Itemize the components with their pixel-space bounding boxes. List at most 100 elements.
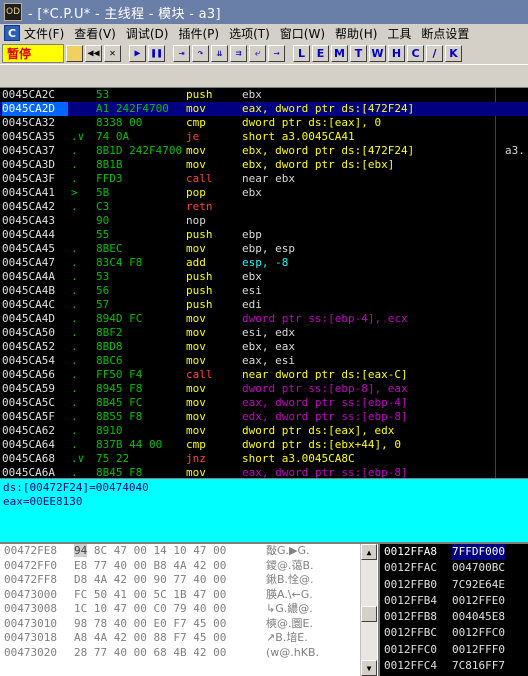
dump-hex: FC 50 41 00 5C 1B 47 00 <box>74 588 226 603</box>
toolbar-letter-w[interactable]: W <box>369 44 386 62</box>
disasm-row[interactable]: 0045CA45. 8BEC mov ebp, esp <box>0 242 528 256</box>
toolbar-letter-h[interactable]: H <box>388 44 405 62</box>
toolbar-letter-slash[interactable]: / <box>426 44 443 62</box>
menu-help[interactable]: 帮助(H) <box>335 25 377 42</box>
disasm-row[interactable]: 0045CA32 8338 00 cmp dword ptr ds:[eax], 0 <box>0 116 528 130</box>
goto-icon[interactable]: → <box>268 44 285 62</box>
toolbar-letter-e[interactable]: E <box>312 44 329 62</box>
instruction-mnemonic: mov <box>186 424 206 437</box>
app-icon[interactable]: OD <box>4 3 22 21</box>
disassembly-pane[interactable]: 0045CA2C 53 push ebx 0045CA2D A1 242F4700 mov e… <box>0 88 528 478</box>
scroll-thumb[interactable] <box>361 606 377 622</box>
info-pane[interactable]: ds:[00472F24]=00474040 eax=00EE8130 <box>0 478 528 542</box>
menu-view[interactable]: 查看(V) <box>74 25 116 42</box>
stack-row[interactable]: 0012FFB8 004045E8 <box>380 609 528 625</box>
disasm-row[interactable]: 0045CA54. 8BC6 mov eax, esi <box>0 354 528 368</box>
toolbar-letter-k[interactable]: K <box>445 44 462 62</box>
instruction-bytes: 8B45 FC <box>96 396 143 409</box>
open-icon[interactable] <box>66 44 83 62</box>
disasm-row[interactable]: 0045CA4B. 56 push esi <box>0 284 528 298</box>
instruction-bytes: 8B45 F8 <box>96 466 143 478</box>
disasm-row[interactable]: 0045CA50. 8BF2 mov esi, edx <box>0 326 528 340</box>
dump-hex: 94 8C 47 00 14 10 47 00 <box>74 544 226 559</box>
dump-row[interactable]: 00473010 98 78 40 00 E0 F7 45 00 樉@.圜E. <box>0 617 378 632</box>
stack-row[interactable]: 0012FFB0 7C92E64E <box>380 577 528 593</box>
dump-row[interactable]: 00472FF0 E8 77 40 00 B8 4A 42 00 鑁@.蔼B. <box>0 559 378 574</box>
title-bar[interactable]: OD - [*C.P.U* - 主线程 - 模块 - a3] <box>0 0 528 24</box>
cpu-window-icon[interactable]: C <box>4 25 20 41</box>
disasm-row[interactable]: 0045CA3F. FFD3 call near ebx <box>0 172 528 186</box>
stack-row[interactable]: 0012FFC0 0012FFF0 <box>380 642 528 658</box>
stack-value: 7C92E64E <box>452 577 505 591</box>
jump-marker: . <box>71 438 78 451</box>
dump-row[interactable]: 00473020 28 77 40 00 68 4B 42 00 (w@.hKB. <box>0 646 378 661</box>
close-icon[interactable]: ✕ <box>104 44 121 62</box>
disasm-row[interactable]: 0045CA44 55 push ebp <box>0 228 528 242</box>
step-over-icon[interactable]: ↷ <box>192 44 209 62</box>
stack-address: 0012FFC4 <box>384 659 437 673</box>
disasm-row[interactable]: 0045CA4A. 53 push ebx <box>0 270 528 284</box>
disasm-row[interactable]: 0045CA3D. 8B1B mov ebx, dword ptr ds:[ebx] <box>0 158 528 172</box>
memory-dump-pane[interactable]: 00472FE8 94 8C 47 00 14 10 47 00 敽G.▶G. 004… <box>0 542 378 676</box>
menu-window[interactable]: 窗口(W) <box>280 25 325 42</box>
toolbar-letter-c[interactable]: C <box>407 44 424 62</box>
disasm-row[interactable]: 0045CA5F. 8B55 F8 mov edx, dword ptr ss:[eb… <box>0 410 528 424</box>
dump-row[interactable]: 00472FF8 D8 4A 42 00 90 77 40 00 鍬B.恮@. <box>0 573 378 588</box>
restart-icon[interactable]: ◀◀ <box>85 44 102 62</box>
toolbar-letter-l[interactable]: L <box>293 44 310 62</box>
disasm-row[interactable]: 0045CA6A. 8B45 F8 mov eax, dword ptr ss:[eb… <box>0 466 528 478</box>
toolbar-letter-t[interactable]: T <box>350 44 367 62</box>
stack-row[interactable]: 0012FFAC 004700BC <box>380 560 528 576</box>
instruction-bytes: 55 <box>96 228 110 241</box>
stack-row[interactable]: 0012FFB4 0012FFE0 <box>380 593 528 609</box>
toolbar-letter-m[interactable]: M <box>331 44 348 62</box>
disasm-row[interactable]: 0045CA4C. 57 push edi <box>0 298 528 312</box>
disasm-row[interactable]: 0045CA52. 8BD8 mov ebx, eax <box>0 340 528 354</box>
instruction-bytes: 90 <box>96 214 110 227</box>
instruction-mnemonic: mov <box>186 326 206 339</box>
menu-plugins[interactable]: 插件(P) <box>178 25 219 42</box>
disasm-row[interactable]: 0045CA35 .∨ 74 0A je short a3.0045CA41 <box>0 130 528 144</box>
dump-row[interactable]: 00472FE8 94 8C 47 00 14 10 47 00 敽G.▶G. <box>0 544 378 559</box>
scroll-down-icon[interactable]: ▼ <box>361 660 377 676</box>
pause-icon[interactable]: ❚❚ <box>148 44 165 62</box>
disasm-row[interactable]: 0045CA56. FF50 F4 call near dword ptr ds:[e… <box>0 368 528 382</box>
instruction-mnemonic: cmp <box>186 438 206 451</box>
dump-row[interactable]: 00473008 1C 10 47 00 C0 79 40 00 ↳G.繷@. <box>0 602 378 617</box>
disasm-row[interactable]: 0045CA2D A1 242F4700 mov eax, dword ptr ds:… <box>0 102 528 116</box>
disasm-row[interactable]: 0045CA59. 8945 F8 mov dword ptr ss:[ebp-8],… <box>0 382 528 396</box>
trace-over-icon[interactable]: ⇉ <box>230 44 247 62</box>
dump-row[interactable]: 00473018 A8 4A 42 00 88 F7 45 00 ↗B.堷E. <box>0 631 378 646</box>
disasm-row[interactable]: 0045CA43 90 nop <box>0 214 528 228</box>
step-into-icon[interactable]: ⇥ <box>173 44 190 62</box>
disasm-row[interactable]: 0045CA37. 8B1D 242F4700 mov ebx, dword ptr … <box>0 144 528 158</box>
menu-file[interactable]: 文件(F) <box>24 25 64 42</box>
disasm-row[interactable]: 0045CA5C. 8B45 FC mov eax, dword ptr ss:[eb… <box>0 396 528 410</box>
stack-row[interactable]: 0012FFC4 7C816FF7 <box>380 658 528 674</box>
trace-into-icon[interactable]: ⇊ <box>211 44 228 62</box>
menu-debug[interactable]: 调试(D) <box>126 25 169 42</box>
disasm-row[interactable]: 0045CA47. 83C4 F8 add esp, -8 <box>0 256 528 270</box>
instruction-operands: near dword ptr ds:[eax-C] <box>242 368 408 381</box>
run-icon[interactable]: ▶ <box>129 44 146 62</box>
disasm-row[interactable]: 0045CA68 .∨ 75 22 jnz short a3.0045CA8C <box>0 452 528 466</box>
disasm-row[interactable]: 0045CA42. C3 retn <box>0 200 528 214</box>
disasm-row[interactable]: 0045CA2C 53 push ebx <box>0 88 528 102</box>
instruction-mnemonic: nop <box>186 214 206 227</box>
disasm-row[interactable]: 0045CA64. 837B 44 00 cmp dword ptr ds:[ebx+… <box>0 438 528 452</box>
instruction-address: 0045CA37 <box>2 144 55 157</box>
stack-row[interactable]: 0012FFBC 0012FFC0 <box>380 625 528 641</box>
execute-till-return-icon[interactable]: ⤶ <box>249 44 266 62</box>
scroll-up-icon[interactable]: ▲ <box>361 544 377 560</box>
dump-scrollbar[interactable]: ▲ ▼ <box>360 544 377 676</box>
disasm-row[interactable]: 0045CA41 >5B pop ebx <box>0 186 528 200</box>
stack-address: 0012FFB4 <box>384 593 437 607</box>
dump-row[interactable]: 00473000 FC 50 41 00 5C 1B 47 00 朠A.\←G. <box>0 588 378 603</box>
stack-pane[interactable]: 0012FFA8 7FFDF000 0012FFAC 004700BC 0012FFB0… <box>378 542 528 676</box>
menu-tools[interactable]: 工具 <box>387 25 411 42</box>
menu-options[interactable]: 选项(T) <box>229 25 270 42</box>
disasm-row[interactable]: 0045CA62. 8910 mov dword ptr ds:[eax], edx <box>0 424 528 438</box>
stack-row[interactable]: 0012FFA8 7FFDF000 <box>380 544 528 561</box>
disasm-row[interactable]: 0045CA4D. 894D FC mov dword ptr ss:[ebp-4],… <box>0 312 528 326</box>
menu-breakpoints[interactable]: 断点设置 <box>421 25 469 42</box>
